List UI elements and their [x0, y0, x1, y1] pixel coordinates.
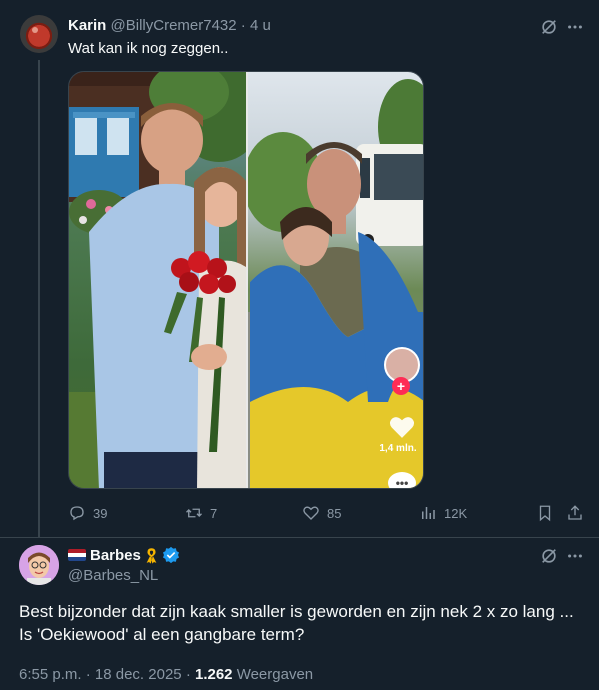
tweet-actions: 39 7 85 12K	[68, 503, 588, 523]
views-label: Weergaven	[236, 666, 314, 683]
views-icon	[422, 507, 435, 519]
like-button[interactable]: 85	[302, 503, 341, 523]
tweet-text-line: Best bijzonder dat zijn kaak smaller is …	[19, 602, 574, 621]
flag-nl-icon	[68, 549, 86, 561]
like-count: 85	[327, 505, 342, 521]
reply-count: 39	[93, 505, 108, 521]
views-separator: ·	[185, 666, 191, 683]
tweet-text: Best bijzonder dat zijn kaak smaller is …	[19, 600, 589, 646]
date-separator: ·	[85, 666, 91, 683]
grok-icon[interactable]	[539, 17, 559, 37]
bookmark-icon	[539, 505, 551, 522]
tweet-date[interactable]: 18 dec. 2025	[95, 666, 182, 683]
tweet-original[interactable]: Karin @BillyCremer7432 · 4 u Wat kan ik …	[0, 0, 599, 537]
tweet-header: Barbes	[68, 546, 180, 564]
share-button[interactable]	[566, 503, 584, 523]
tweet-time[interactable]: 6:55 p.m.	[19, 666, 82, 683]
repost-icon	[186, 508, 202, 518]
tweet-separator	[0, 537, 599, 538]
tiktok-follow-plus-icon[interactable]: +	[392, 377, 410, 395]
reply-icon	[70, 506, 84, 521]
author-name[interactable]: Karin	[68, 17, 106, 34]
more-icon[interactable]	[565, 546, 585, 566]
views-button[interactable]: 12K	[419, 503, 467, 523]
tweet-text-line: Is 'Oekiewood' al een gangbare term?	[19, 625, 305, 644]
tiktok-heart-icon[interactable]	[388, 414, 416, 440]
tweet-header: Karin @BillyCremer7432 · 4 u	[68, 17, 271, 34]
thread-line	[38, 60, 40, 537]
like-icon	[303, 506, 319, 520]
verified-badge-icon	[162, 546, 179, 564]
bookmark-button[interactable]	[536, 503, 554, 523]
avatar[interactable]	[19, 545, 59, 585]
views-count: 1.262	[194, 666, 233, 683]
tweet-meta: 6:55 p.m. · 18 dec. 2025 · 1.262 Weergav…	[19, 666, 313, 683]
avatar[interactable]	[20, 15, 58, 53]
tweet-media[interactable]: + ••• 1,4 mln.	[68, 71, 424, 489]
time-separator: ·	[240, 17, 246, 34]
reply-button[interactable]: 39	[68, 503, 107, 523]
photo-couple-roses	[69, 72, 246, 488]
views-count: 12K	[444, 505, 468, 521]
tweet-text: Wat kan ik nog zeggen..	[68, 40, 229, 57]
photo-soldier-flag: + •••	[248, 72, 423, 488]
repost-count: 7	[210, 505, 218, 521]
share-icon	[568, 505, 582, 520]
tiktok-comment-icon[interactable]: •••	[388, 472, 416, 488]
ribbon-icon	[146, 547, 157, 564]
grok-icon[interactable]	[539, 546, 559, 566]
tweet-time[interactable]: 4 u	[250, 17, 271, 34]
tiktok-like-count: 1,4 mln.	[379, 443, 417, 454]
repost-button[interactable]: 7	[185, 503, 217, 523]
author-handle[interactable]: @Barbes_NL	[68, 567, 158, 584]
more-icon[interactable]	[565, 17, 585, 37]
author-name[interactable]: Barbes	[90, 547, 141, 564]
author-handle[interactable]: @BillyCremer7432	[111, 17, 237, 34]
